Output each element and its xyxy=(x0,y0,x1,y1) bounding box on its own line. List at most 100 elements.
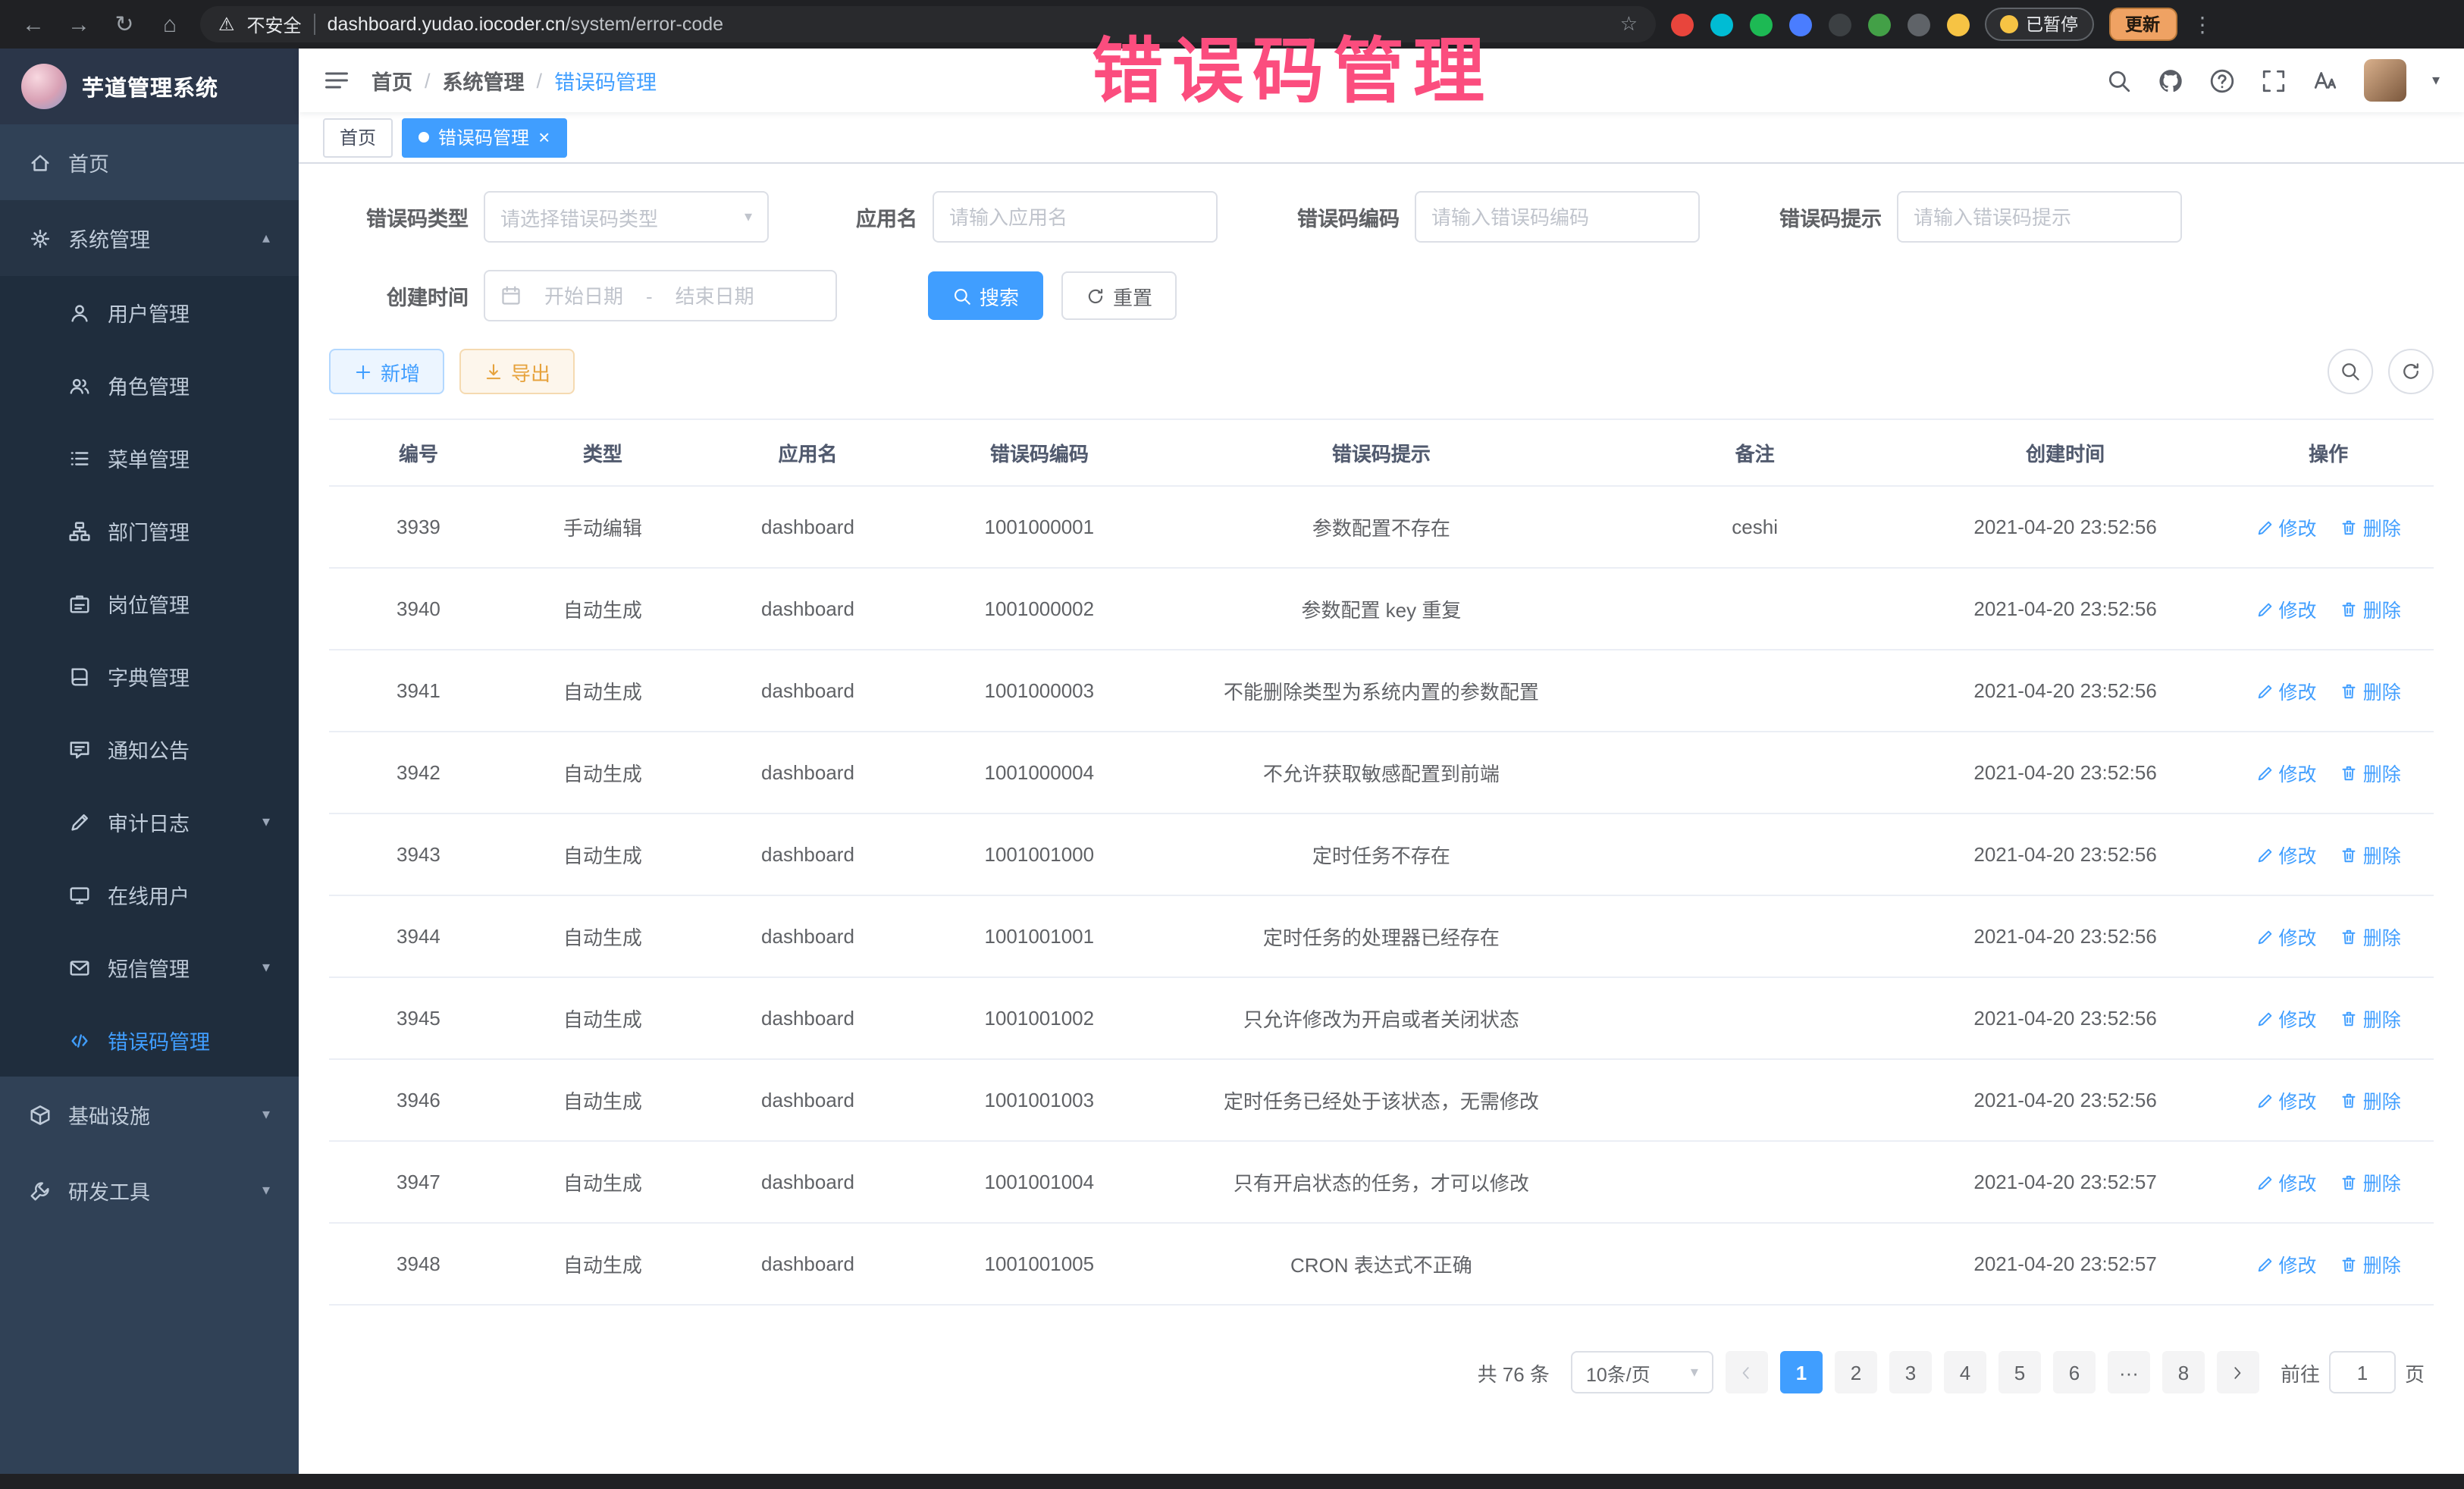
page-tab[interactable]: 首页 × xyxy=(323,118,393,157)
edit-link[interactable]: 修改 xyxy=(2256,1168,2316,1196)
sidebar-item[interactable]: 部门管理 xyxy=(0,494,299,567)
page-number-button[interactable]: 1 xyxy=(1780,1351,1823,1393)
delete-link[interactable]: 删除 xyxy=(2340,513,2401,541)
edit-link[interactable]: 修改 xyxy=(2256,922,2316,951)
edit-link[interactable]: 修改 xyxy=(2256,1086,2316,1114)
sidebar-item[interactable]: 审计日志 ▾ xyxy=(0,785,299,858)
column-header: 创建时间 xyxy=(1908,419,2223,486)
edit-link[interactable]: 修改 xyxy=(2256,513,2316,541)
breadcrumb-item[interactable]: / 首页 xyxy=(371,65,412,96)
breadcrumb-label: 首页 xyxy=(371,65,412,96)
page-size-select[interactable]: 10条/页 ▾ xyxy=(1571,1351,1713,1393)
window-body: 芋道管理系统 首页 系统管理 ▴ xyxy=(0,49,2464,1474)
page-number-button[interactable]: 6 xyxy=(2053,1351,2096,1393)
breadcrumb-item[interactable]: / 系统管理 xyxy=(412,65,525,96)
bookmark-star-icon[interactable]: ☆ xyxy=(1620,12,1638,36)
delete-link[interactable]: 删除 xyxy=(2340,1004,2401,1033)
edit-link[interactable]: 修改 xyxy=(2256,1004,2316,1033)
font-size-icon[interactable] xyxy=(2312,67,2338,93)
sidebar-item[interactable]: 角色管理 xyxy=(0,349,299,422)
browser-menu-icon[interactable]: ⋮ xyxy=(2192,11,2213,37)
extension-blue-grid[interactable] xyxy=(1789,13,1812,36)
reset-button[interactable]: 重置 xyxy=(1061,271,1177,320)
next-page-button[interactable] xyxy=(2217,1351,2259,1393)
refresh-table-button[interactable] xyxy=(2388,349,2434,394)
sidebar-item[interactable]: 字典管理 xyxy=(0,640,299,713)
extension-leaf-green[interactable] xyxy=(1868,13,1891,36)
sidebar-toggle-icon[interactable] xyxy=(323,67,350,94)
app-logo-row[interactable]: 芋道管理系统 xyxy=(0,49,299,124)
sidebar-item[interactable]: 菜单管理 xyxy=(0,422,299,494)
sidebar-item[interactable]: 系统管理 ▴ xyxy=(0,200,299,276)
paused-badge[interactable]: 已暂停 xyxy=(1985,8,2093,41)
avatar-caret-icon[interactable]: ▾ xyxy=(2432,72,2440,89)
sidebar-item[interactable]: 基础设施 ▾ xyxy=(0,1077,299,1152)
annotation-overlay-text: 错误码管理 xyxy=(1092,12,1494,117)
browser-home-icon[interactable]: ⌂ xyxy=(155,11,185,37)
edit-link[interactable]: 修改 xyxy=(2256,1249,2316,1278)
sidebar-item[interactable]: 在线用户 xyxy=(0,858,299,931)
sidebar-item[interactable]: 岗位管理 xyxy=(0,567,299,640)
page-content: 错误码类型 请选择错误码类型 ▾ 应用名 错误码编码 xyxy=(299,164,2464,1474)
error-hint-input[interactable] xyxy=(1914,205,2165,228)
export-button[interactable]: 导出 xyxy=(459,349,575,394)
prev-page-button[interactable] xyxy=(1726,1351,1768,1393)
error-code-input[interactable] xyxy=(1431,205,1683,228)
date-range-picker[interactable]: - xyxy=(484,270,837,321)
github-icon[interactable] xyxy=(2158,67,2183,93)
search-button[interactable]: 搜索 xyxy=(928,271,1043,320)
toggle-search-button[interactable] xyxy=(2328,349,2373,394)
browser-update-button[interactable]: 更新 xyxy=(2108,8,2177,41)
page-url[interactable]: dashboard.yudao.iocoder.cn/system/error-… xyxy=(328,14,724,35)
delete-link[interactable]: 删除 xyxy=(2340,840,2401,869)
app-name-input[interactable] xyxy=(949,205,1201,228)
delete-link[interactable]: 删除 xyxy=(2340,1168,2401,1196)
browser-back-icon[interactable]: ← xyxy=(18,11,49,37)
goto-page-input[interactable] xyxy=(2329,1351,2396,1393)
extension-green-badge[interactable] xyxy=(1750,13,1773,36)
page-tab[interactable]: 错误码管理 × xyxy=(402,118,566,157)
delete-link[interactable]: 删除 xyxy=(2340,1086,2401,1114)
breadcrumb-item[interactable]: / 错误码管理 xyxy=(525,65,657,96)
edit-link[interactable]: 修改 xyxy=(2256,840,2316,869)
sidebar-item[interactable]: 首页 xyxy=(0,124,299,200)
security-label[interactable]: 不安全 xyxy=(247,11,302,37)
extension-puzzle[interactable] xyxy=(1908,13,1930,36)
extension-red[interactable] xyxy=(1671,13,1694,36)
extension-teal[interactable] xyxy=(1710,13,1733,36)
delete-link[interactable]: 删除 xyxy=(2340,594,2401,623)
extension-dark[interactable] xyxy=(1829,13,1851,36)
delete-link[interactable]: 删除 xyxy=(2340,676,2401,705)
help-icon[interactable] xyxy=(2209,67,2235,93)
browser-forward-icon[interactable]: → xyxy=(64,11,94,37)
page-number-button[interactable]: ··· xyxy=(2108,1351,2150,1393)
page-number-button[interactable]: 8 xyxy=(2162,1351,2205,1393)
search-icon[interactable] xyxy=(2106,67,2132,93)
sidebar-item[interactable]: 错误码管理 xyxy=(0,1004,299,1077)
delete-link[interactable]: 删除 xyxy=(2340,1249,2401,1278)
sidebar-item[interactable]: 研发工具 ▾ xyxy=(0,1152,299,1228)
page-number-button[interactable]: 3 xyxy=(1889,1351,1932,1393)
start-date-input[interactable] xyxy=(531,284,637,307)
add-button[interactable]: 新增 xyxy=(329,349,444,394)
fullscreen-icon[interactable] xyxy=(2261,67,2287,93)
sidebar-item[interactable]: 用户管理 xyxy=(0,276,299,349)
column-header: 备注 xyxy=(1602,419,1908,486)
sidebar-item[interactable]: 短信管理 ▾ xyxy=(0,931,299,1004)
delete-link[interactable]: 删除 xyxy=(2340,758,2401,787)
end-date-input[interactable] xyxy=(662,284,768,307)
profile-avatar[interactable] xyxy=(1947,13,1970,36)
delete-link[interactable]: 删除 xyxy=(2340,922,2401,951)
edit-link[interactable]: 修改 xyxy=(2256,594,2316,623)
browser-reload-icon[interactable]: ↻ xyxy=(109,11,140,38)
close-tab-icon[interactable]: × xyxy=(538,127,550,147)
page-number-button[interactable]: 5 xyxy=(1998,1351,2041,1393)
sidebar-item-label: 研发工具 xyxy=(68,1175,150,1205)
sidebar-item[interactable]: 通知公告 xyxy=(0,713,299,785)
user-avatar[interactable] xyxy=(2364,59,2406,102)
page-number-button[interactable]: 4 xyxy=(1944,1351,1986,1393)
error-type-select[interactable]: 请选择错误码类型 ▾ xyxy=(484,191,769,243)
edit-link[interactable]: 修改 xyxy=(2256,758,2316,787)
page-number-button[interactable]: 2 xyxy=(1835,1351,1877,1393)
edit-link[interactable]: 修改 xyxy=(2256,676,2316,705)
